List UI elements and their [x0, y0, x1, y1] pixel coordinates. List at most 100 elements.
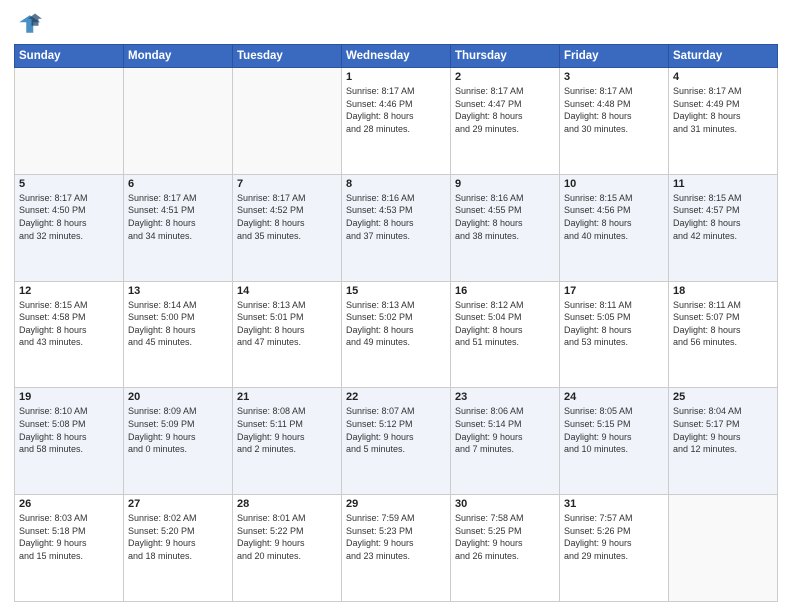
day-number: 7 — [237, 178, 337, 190]
calendar-cell: 6 Sunrise: 8:17 AM Sunset: 4:51 PM Daylig… — [124, 174, 233, 281]
calendar-cell: 17 Sunrise: 8:11 AM Sunset: 5:05 PM Dayli… — [560, 281, 669, 388]
day-info: Sunrise: 8:17 AM Sunset: 4:51 PM Dayligh… — [128, 192, 228, 242]
calendar-cell: 24 Sunrise: 8:05 AM Sunset: 5:15 PM Dayli… — [560, 388, 669, 495]
day-of-week-header: Thursday — [451, 45, 560, 68]
logo-icon — [14, 10, 42, 38]
day-number: 23 — [455, 391, 555, 403]
day-info: Sunrise: 8:17 AM Sunset: 4:52 PM Dayligh… — [237, 192, 337, 242]
calendar-cell: 4 Sunrise: 8:17 AM Sunset: 4:49 PM Daylig… — [669, 68, 778, 175]
calendar-week-row: 1 Sunrise: 8:17 AM Sunset: 4:46 PM Daylig… — [15, 68, 778, 175]
calendar-cell — [15, 68, 124, 175]
calendar-table: SundayMondayTuesdayWednesdayThursdayFrid… — [14, 44, 778, 602]
calendar-cell: 19 Sunrise: 8:10 AM Sunset: 5:08 PM Dayli… — [15, 388, 124, 495]
day-info: Sunrise: 8:11 AM Sunset: 5:05 PM Dayligh… — [564, 299, 664, 349]
day-number: 1 — [346, 71, 446, 83]
day-info: Sunrise: 8:12 AM Sunset: 5:04 PM Dayligh… — [455, 299, 555, 349]
day-number: 24 — [564, 391, 664, 403]
calendar-cell: 7 Sunrise: 8:17 AM Sunset: 4:52 PM Daylig… — [233, 174, 342, 281]
calendar-cell: 20Sunrise: 8:09 AM Sunset: 5:09 PM Dayli… — [124, 388, 233, 495]
day-info: Sunrise: 8:17 AM Sunset: 4:50 PM Dayligh… — [19, 192, 119, 242]
calendar-cell: 18Sunrise: 8:11 AM Sunset: 5:07 PM Dayli… — [669, 281, 778, 388]
day-info: Sunrise: 8:16 AM Sunset: 4:55 PM Dayligh… — [455, 192, 555, 242]
calendar-cell: 3 Sunrise: 8:17 AM Sunset: 4:48 PM Daylig… — [560, 68, 669, 175]
calendar-cell: 14 Sunrise: 8:13 AM Sunset: 5:01 PM Dayli… — [233, 281, 342, 388]
calendar-cell: 8 Sunrise: 8:16 AM Sunset: 4:53 PM Daylig… — [342, 174, 451, 281]
day-number: 5 — [19, 178, 119, 190]
day-number: 18 — [673, 285, 773, 297]
day-info: Sunrise: 7:58 AM Sunset: 5:25 PM Dayligh… — [455, 512, 555, 562]
day-of-week-header: Friday — [560, 45, 669, 68]
day-number: 6 — [128, 178, 228, 190]
day-number: 4 — [673, 71, 773, 83]
day-number: 19 — [19, 391, 119, 403]
day-of-week-header: Wednesday — [342, 45, 451, 68]
day-number: 31 — [564, 498, 664, 510]
calendar-week-row: 26 Sunrise: 8:03 AM Sunset: 5:18 PM Dayli… — [15, 495, 778, 602]
calendar-cell: 22 Sunrise: 8:07 AM Sunset: 5:12 PM Dayli… — [342, 388, 451, 495]
day-info: Sunrise: 8:10 AM Sunset: 5:08 PM Dayligh… — [19, 405, 119, 455]
header — [14, 10, 778, 38]
day-of-week-header: Tuesday — [233, 45, 342, 68]
calendar-cell: 28 Sunrise: 8:01 AM Sunset: 5:22 PM Dayli… — [233, 495, 342, 602]
calendar-week-row: 5 Sunrise: 8:17 AM Sunset: 4:50 PM Daylig… — [15, 174, 778, 281]
calendar-cell — [669, 495, 778, 602]
day-of-week-header: Saturday — [669, 45, 778, 68]
day-info: Sunrise: 8:15 AM Sunset: 4:56 PM Dayligh… — [564, 192, 664, 242]
calendar-cell: 11Sunrise: 8:15 AM Sunset: 4:57 PM Dayli… — [669, 174, 778, 281]
calendar-cell: 21Sunrise: 8:08 AM Sunset: 5:11 PM Dayli… — [233, 388, 342, 495]
calendar-cell: 31 Sunrise: 7:57 AM Sunset: 5:26 PM Dayli… — [560, 495, 669, 602]
calendar-cell — [124, 68, 233, 175]
calendar-cell: 2 Sunrise: 8:17 AM Sunset: 4:47 PM Daylig… — [451, 68, 560, 175]
day-info: Sunrise: 8:05 AM Sunset: 5:15 PM Dayligh… — [564, 405, 664, 455]
calendar-week-row: 19 Sunrise: 8:10 AM Sunset: 5:08 PM Dayli… — [15, 388, 778, 495]
calendar-cell: 15 Sunrise: 8:13 AM Sunset: 5:02 PM Dayli… — [342, 281, 451, 388]
calendar-cell: 13Sunrise: 8:14 AM Sunset: 5:00 PM Dayli… — [124, 281, 233, 388]
day-number: 29 — [346, 498, 446, 510]
day-info: Sunrise: 8:16 AM Sunset: 4:53 PM Dayligh… — [346, 192, 446, 242]
day-info: Sunrise: 8:01 AM Sunset: 5:22 PM Dayligh… — [237, 512, 337, 562]
day-info: Sunrise: 8:04 AM Sunset: 5:17 PM Dayligh… — [673, 405, 773, 455]
calendar-cell: 26 Sunrise: 8:03 AM Sunset: 5:18 PM Dayli… — [15, 495, 124, 602]
day-info: Sunrise: 8:17 AM Sunset: 4:46 PM Dayligh… — [346, 85, 446, 135]
calendar-cell: 27 Sunrise: 8:02 AM Sunset: 5:20 PM Dayli… — [124, 495, 233, 602]
day-number: 27 — [128, 498, 228, 510]
day-number: 22 — [346, 391, 446, 403]
day-info: Sunrise: 8:02 AM Sunset: 5:20 PM Dayligh… — [128, 512, 228, 562]
day-number: 21 — [237, 391, 337, 403]
calendar-cell: 5 Sunrise: 8:17 AM Sunset: 4:50 PM Daylig… — [15, 174, 124, 281]
day-info: Sunrise: 7:57 AM Sunset: 5:26 PM Dayligh… — [564, 512, 664, 562]
day-info: Sunrise: 8:07 AM Sunset: 5:12 PM Dayligh… — [346, 405, 446, 455]
day-info: Sunrise: 8:17 AM Sunset: 4:47 PM Dayligh… — [455, 85, 555, 135]
calendar-week-row: 12Sunrise: 8:15 AM Sunset: 4:58 PM Dayli… — [15, 281, 778, 388]
day-number: 2 — [455, 71, 555, 83]
calendar-header-row: SundayMondayTuesdayWednesdayThursdayFrid… — [15, 45, 778, 68]
day-number: 10 — [564, 178, 664, 190]
day-info: Sunrise: 8:13 AM Sunset: 5:02 PM Dayligh… — [346, 299, 446, 349]
day-info: Sunrise: 8:17 AM Sunset: 4:49 PM Dayligh… — [673, 85, 773, 135]
day-number: 3 — [564, 71, 664, 83]
day-info: Sunrise: 8:13 AM Sunset: 5:01 PM Dayligh… — [237, 299, 337, 349]
day-info: Sunrise: 8:15 AM Sunset: 4:58 PM Dayligh… — [19, 299, 119, 349]
day-number: 28 — [237, 498, 337, 510]
calendar-cell: 30Sunrise: 7:58 AM Sunset: 5:25 PM Dayli… — [451, 495, 560, 602]
day-number: 16 — [455, 285, 555, 297]
day-number: 14 — [237, 285, 337, 297]
day-number: 25 — [673, 391, 773, 403]
logo — [14, 10, 46, 38]
calendar-cell: 25 Sunrise: 8:04 AM Sunset: 5:17 PM Dayli… — [669, 388, 778, 495]
day-number: 8 — [346, 178, 446, 190]
page: SundayMondayTuesdayWednesdayThursdayFrid… — [0, 0, 792, 612]
day-number: 17 — [564, 285, 664, 297]
day-number: 9 — [455, 178, 555, 190]
day-info: Sunrise: 8:09 AM Sunset: 5:09 PM Dayligh… — [128, 405, 228, 455]
day-info: Sunrise: 8:03 AM Sunset: 5:18 PM Dayligh… — [19, 512, 119, 562]
calendar-cell: 16 Sunrise: 8:12 AM Sunset: 5:04 PM Dayli… — [451, 281, 560, 388]
calendar-cell: 10 Sunrise: 8:15 AM Sunset: 4:56 PM Dayli… — [560, 174, 669, 281]
day-info: Sunrise: 7:59 AM Sunset: 5:23 PM Dayligh… — [346, 512, 446, 562]
day-number: 26 — [19, 498, 119, 510]
calendar-cell: 1 Sunrise: 8:17 AM Sunset: 4:46 PM Daylig… — [342, 68, 451, 175]
day-info: Sunrise: 8:17 AM Sunset: 4:48 PM Dayligh… — [564, 85, 664, 135]
day-number: 15 — [346, 285, 446, 297]
day-number: 13 — [128, 285, 228, 297]
day-number: 11 — [673, 178, 773, 190]
